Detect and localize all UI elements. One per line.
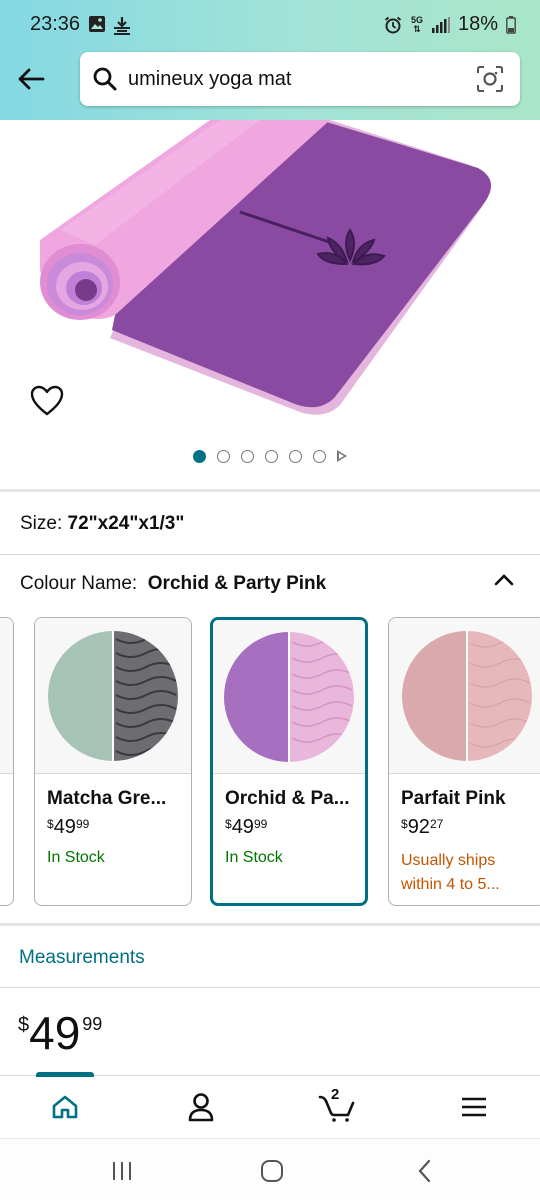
download-icon [114,17,130,35]
back-arrow-icon [18,68,45,90]
back-button[interactable] [14,62,48,96]
bottom-navigation: 2 [0,1072,540,1137]
image-carousel-dots [0,446,540,466]
search-bar[interactable] [80,52,520,106]
swatch-parfait-pink[interactable]: Parfait Pink $9227 Usually ships within … [388,617,540,906]
swatch-matcha-green[interactable]: Matcha Gre... $4999 In Stock [34,617,192,906]
cart-count-badge: 2 [331,1086,340,1103]
chevron-up-icon [494,574,514,586]
size-value: 72"x24"x1/3" [67,513,185,534]
price-cents: 99 [82,1014,103,1034]
colour-label: Colour Name: [20,573,138,594]
colour-swatch-list: Matcha Gre... $4999 In Stock Orchid & Pa… [0,617,540,907]
status-bar: 23:36 5G ⇅ 18% [0,0,540,50]
home-icon [52,1095,78,1119]
video-play-icon[interactable] [337,450,347,462]
home-system-button[interactable] [257,1157,287,1185]
colour-value: Orchid & Party Pink [147,573,327,594]
price-currency: $ [18,1014,30,1036]
status-time: 23:36 [30,13,81,35]
product-price: $ 49 99 [18,1008,102,1058]
nav-cart[interactable]: 2 [318,1086,358,1124]
wishlist-heart-button[interactable] [30,385,64,417]
product-image[interactable] [0,120,540,420]
network-type-icon: 5G ⇅ [410,14,423,34]
carousel-dot[interactable] [313,449,326,463]
nav-menu[interactable] [457,1090,491,1124]
back-system-button[interactable] [410,1157,440,1185]
section-divider [0,923,540,926]
recent-apps-button[interactable] [107,1157,137,1185]
swatch-name: Matcha Gre... [47,788,167,809]
swatch-partial[interactable] [0,617,14,906]
measurements-link[interactable]: Measurements [19,947,145,969]
home-circle-icon [261,1160,283,1182]
status-notification-icons [88,15,132,35]
carousel-dot[interactable] [217,449,230,463]
gallery-icon [89,16,105,32]
status-right-icons: 5G ⇅ 18% [384,13,516,36]
signal-icon [431,16,450,33]
stock-status: Usually ships within 4 to 5... [401,852,500,893]
user-icon [188,1093,214,1122]
swatch-color-icon [48,630,178,761]
price-whole: 49 [29,1007,81,1059]
stock-status: In Stock [225,849,283,866]
camera-search-icon[interactable] [476,65,504,93]
size-row: Size: 72"x24"x1/3" [20,513,184,535]
swatch-name: Parfait Pink [401,788,506,809]
carousel-dot[interactable] [241,449,254,463]
collapse-colour-button[interactable] [492,568,516,592]
back-chevron-icon [418,1159,431,1183]
stock-status: In Stock [47,849,105,866]
nav-home[interactable] [48,1090,82,1124]
recent-apps-icon [113,1162,131,1180]
active-tab-indicator [36,1072,94,1077]
section-divider [0,554,540,555]
swatch-orchid-party-pink[interactable]: Orchid & Pa... $4999 In Stock [210,617,368,906]
swatch-color-icon [402,630,532,761]
hamburger-menu-icon [462,1097,486,1117]
carousel-dot[interactable] [289,449,302,463]
swatch-price: $9227 [401,816,444,838]
section-divider [0,987,540,988]
search-input[interactable] [128,67,458,91]
section-divider [0,489,540,492]
heart-icon [30,385,64,416]
alarm-icon [384,16,402,33]
system-navigation-bar [0,1138,540,1200]
colour-row: Colour Name: Orchid & Party Pink [20,573,326,595]
battery-percent: 18% [457,13,498,35]
size-label: Size: [20,513,63,534]
nav-account[interactable] [184,1090,218,1124]
swatch-price: $4999 [225,816,268,838]
swatch-color-icon [224,631,354,762]
carousel-dot[interactable] [265,449,278,463]
carousel-dot[interactable] [193,449,206,463]
search-icon [92,66,118,92]
swatch-price: $4999 [47,816,90,838]
header-background: 23:36 5G ⇅ 18% [0,0,540,120]
swatch-name: Orchid & Pa... [225,788,350,809]
battery-icon [506,15,516,34]
